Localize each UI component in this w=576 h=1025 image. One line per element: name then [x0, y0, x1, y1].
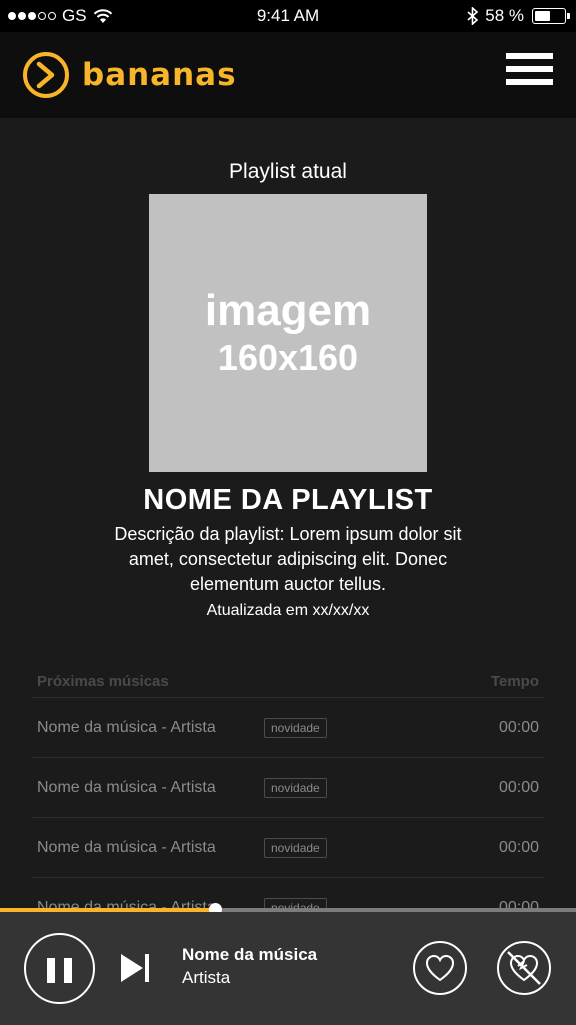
new-badge: novidade — [264, 837, 327, 858]
table-row[interactable]: Nome da música - Artista novidade 00:00 — [31, 818, 545, 878]
playlist-description: Descrição da playlist: Lorem ipsum dolor… — [114, 524, 462, 594]
table-row[interactable]: Nome da música - Artista novidade 00:00 — [31, 698, 545, 758]
status-bar: GS 9:41 AM 58 % — [0, 0, 576, 32]
playlist-updated: Atualizada em xx/xx/xx — [206, 602, 370, 619]
song-name: Nome da música - Artista — [37, 838, 216, 856]
dislike-button[interactable] — [497, 941, 551, 995]
pause-button[interactable] — [24, 933, 95, 1004]
cover-placeholder-size: 160x160 — [217, 337, 359, 378]
status-right: 58 % — [467, 6, 570, 26]
column-header-songs: Próximas músicas — [37, 673, 169, 690]
column-header-time: Tempo — [490, 673, 539, 690]
menu-line — [506, 79, 553, 85]
battery-icon — [532, 8, 570, 24]
like-button[interactable] — [413, 941, 467, 995]
new-badge: novidade — [264, 777, 327, 798]
playlist-title: NOME DA PLAYLIST — [143, 484, 433, 516]
battery-tip — [567, 13, 570, 19]
battery-level — [535, 11, 550, 21]
player-bar: Nome da música Artista — [0, 912, 576, 1025]
heart-broken-icon — [507, 951, 541, 985]
new-badge: novidade — [264, 897, 327, 908]
table-header: Próximas músicas Tempo — [31, 666, 545, 698]
menu-line — [506, 66, 553, 72]
pause-icon — [47, 958, 55, 983]
hamburger-menu-icon[interactable] — [506, 53, 553, 89]
pause-icon — [64, 958, 72, 983]
menu-line — [506, 53, 553, 59]
cover-placeholder-text: imagem — [204, 286, 372, 335]
play-circle-icon — [23, 52, 69, 98]
brand-name: bananas — [82, 57, 237, 93]
now-playing-title: Nome da música — [182, 945, 318, 964]
battery-percent: 58 % — [485, 6, 524, 25]
song-name: Nome da música - Artista — [37, 718, 216, 736]
now-playing-artist: Artista — [182, 968, 231, 987]
heart-icon — [425, 954, 455, 982]
table-row[interactable]: Nome da música - Artista novidade 00:00 — [31, 878, 545, 908]
song-name: Nome da música - Artista — [37, 778, 216, 796]
main-content: Playlist atual imagem 160x160 NOME DA PL… — [0, 118, 576, 908]
table-row[interactable]: Nome da música - Artista novidade 00:00 — [31, 758, 545, 818]
song-duration: 00:00 — [498, 778, 539, 796]
skip-next-icon[interactable] — [119, 952, 151, 984]
playlist-cover: imagem 160x160 — [149, 194, 427, 472]
bluetooth-icon — [467, 7, 479, 25]
app-header: bananas — [0, 32, 576, 118]
song-duration: 00:00 — [498, 898, 539, 909]
song-duration: 00:00 — [498, 718, 539, 736]
song-name: Nome da música - Artista — [37, 898, 216, 909]
section-label: Playlist atual — [229, 160, 347, 183]
next-songs-table: Próximas músicas Tempo Nome da música - … — [31, 666, 545, 908]
song-duration: 00:00 — [498, 838, 539, 856]
brand-logo[interactable]: bananas — [22, 51, 237, 99]
new-badge: novidade — [264, 717, 327, 738]
